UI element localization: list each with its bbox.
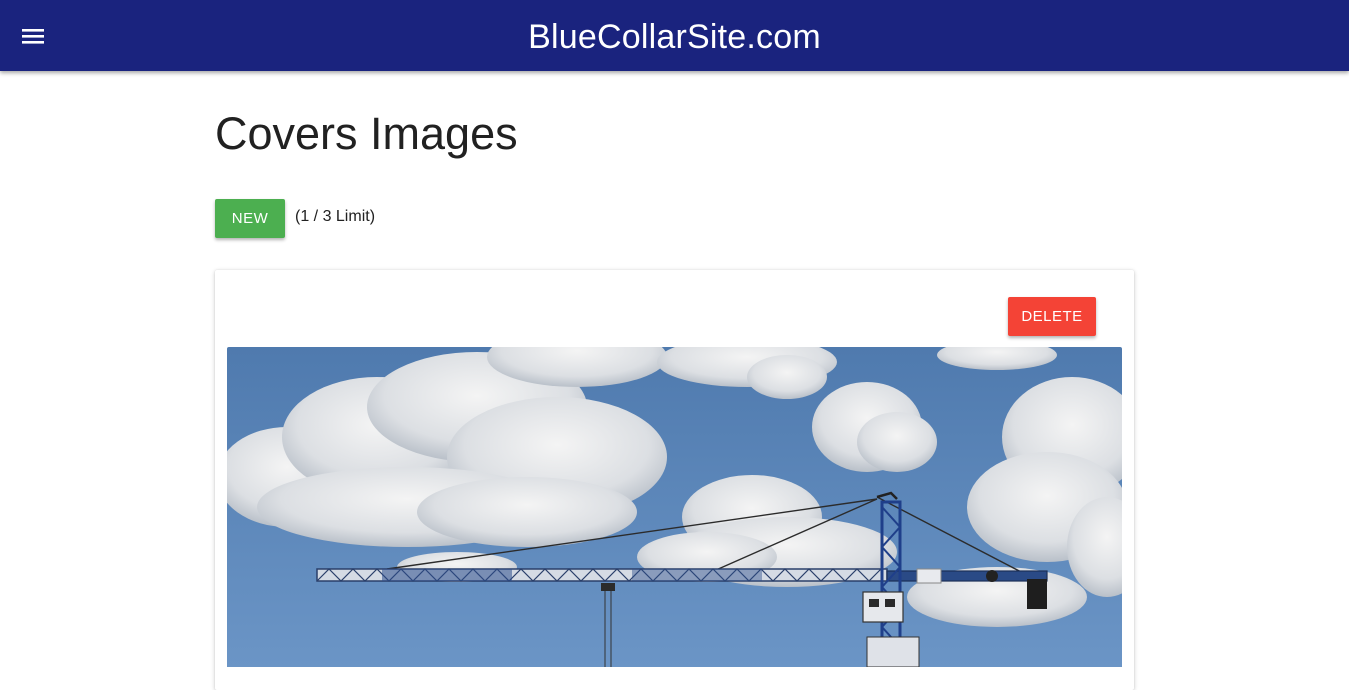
page-title: Covers Images [215,108,518,159]
cover-image [227,347,1122,667]
app-bar: BlueCollarSite.com [0,0,1349,71]
limit-counter: (1 / 3 Limit) [295,208,376,225]
new-button[interactable]: NEW [215,199,285,238]
cover-image-card: DELETE [215,270,1134,690]
site-title[interactable]: BlueCollarSite.com [0,17,1349,57]
delete-button[interactable]: DELETE [1008,297,1096,336]
